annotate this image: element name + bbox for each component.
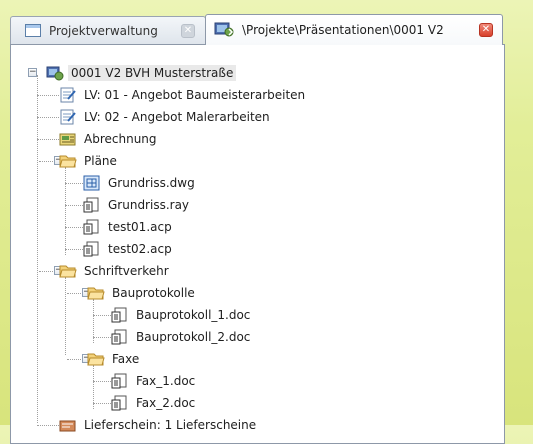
tree-node[interactable]: LV: 01 - Angebot Baumeisterarbeiten: [59, 85, 308, 105]
window-icon: [25, 24, 41, 37]
tree-node[interactable]: Schriftverkehr: [59, 261, 172, 281]
tree-node[interactable]: Bauprotokolle: [87, 283, 198, 303]
tree-node-label: Fax_1.doc: [136, 374, 196, 388]
tree-node-label: Grundriss.dwg: [108, 176, 195, 190]
document-file-icon: [111, 307, 129, 323]
collapse-toggle[interactable]: −: [28, 68, 37, 77]
tree-node[interactable]: Bauprotokoll_2.doc: [111, 327, 253, 347]
tree-node[interactable]: Faxe: [87, 349, 142, 369]
tree-node-label: Schriftverkehr: [84, 264, 169, 278]
tree-node[interactable]: Grundriss.ray: [83, 195, 192, 215]
tree-node-label: 0001 V2 BVH Musterstraße: [68, 65, 237, 81]
tree-root-node[interactable]: 0001 V2 BVH Musterstraße: [46, 63, 237, 83]
document-file-icon: [83, 241, 101, 257]
folder-open-icon: [59, 263, 77, 279]
tree-node-label: test02.acp: [108, 242, 172, 256]
tree-node[interactable]: Lieferschein: 1 Lieferscheine: [59, 415, 259, 435]
project-icon: [214, 20, 236, 41]
plan-file-icon: [83, 175, 101, 191]
tab-label: \Projekte\Präsentationen\0001 V2: [242, 23, 444, 37]
folder-open-icon: [87, 351, 105, 367]
tree-node[interactable]: Bauprotokoll_1.doc: [111, 305, 253, 325]
close-icon[interactable]: ✕: [479, 23, 493, 37]
document-file-icon: [111, 373, 129, 389]
tree-node[interactable]: Fax_1.doc: [111, 371, 198, 391]
document-file-icon: [111, 395, 129, 411]
document-file-icon: [83, 219, 101, 235]
tree-node[interactable]: LV: 02 - Angebot Malerarbeiten: [59, 107, 273, 127]
tree-node-label: LV: 01 - Angebot Baumeisterarbeiten: [84, 88, 306, 102]
tab-projektverwaltung[interactable]: Projektverwaltung ✕: [10, 16, 206, 44]
tree-node-label: Fax_2.doc: [136, 396, 196, 410]
tree-node-label: Bauprotokoll_2.doc: [136, 330, 251, 344]
project-icon: [46, 65, 64, 81]
tree-node-label: Grundriss.ray: [108, 198, 190, 212]
tree-node-label: Faxe: [112, 352, 140, 366]
invoice-icon: [59, 131, 77, 147]
tab-project-path[interactable]: \Projekte\Präsentationen\0001 V2 ✕: [205, 14, 503, 45]
tab-label: Projektverwaltung: [49, 23, 158, 38]
tree-node[interactable]: Fax_2.doc: [111, 393, 198, 413]
tree-node-label: Abrechnung: [84, 132, 157, 146]
tree-node[interactable]: test01.acp: [83, 217, 175, 237]
tree-node[interactable]: Abrechnung: [59, 129, 160, 149]
tab-strip: Projektverwaltung ✕ \Projekte\Präsentati…: [0, 0, 533, 50]
tree-node[interactable]: Pläne: [59, 151, 120, 171]
tree-node-label: Pläne: [84, 154, 117, 168]
tree-node[interactable]: Grundriss.dwg: [83, 173, 198, 193]
document-file-icon: [83, 197, 101, 213]
tree-node-label: Lieferschein: 1 Lieferscheine: [84, 418, 257, 432]
tree-node-label: LV: 02 - Angebot Malerarbeiten: [84, 110, 270, 124]
tree-node-label: Bauprotokoll_1.doc: [136, 308, 251, 322]
document-file-icon: [111, 329, 129, 345]
project-tree-panel: − − − − − 0001 V2 BVH Musterstraße LV: 0…: [10, 44, 505, 444]
tree-node-label: test01.acp: [108, 220, 172, 234]
folder-open-icon: [59, 153, 77, 169]
close-icon[interactable]: ✕: [181, 24, 195, 38]
document-edit-icon: [59, 87, 77, 103]
tree-node[interactable]: test02.acp: [83, 239, 175, 259]
folder-open-icon: [87, 285, 105, 301]
delivery-note-icon: [59, 417, 77, 433]
document-edit-icon: [59, 109, 77, 125]
tree-node-label: Bauprotokolle: [112, 286, 195, 300]
